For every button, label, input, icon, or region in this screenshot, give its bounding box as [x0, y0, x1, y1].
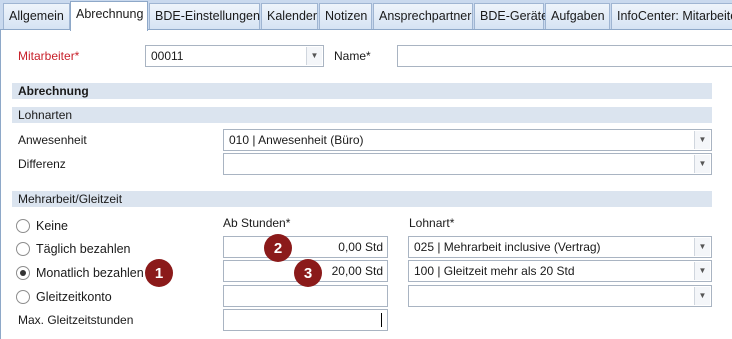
tab-bde-einstellungen[interactable]: BDE-Einstellungen	[149, 3, 260, 29]
tab-kalender[interactable]: Kalender	[261, 3, 318, 29]
radio-monatlich-bezahlen-label[interactable]: Monatlich bezahlen	[36, 265, 144, 281]
name-input[interactable]	[397, 45, 732, 67]
differenz-label: Differenz	[18, 157, 66, 171]
monatlich-hours-value: 20,00 Std	[331, 264, 383, 278]
gleitzeitkonto-hours-input[interactable]	[223, 285, 388, 307]
dropdown-arrow-icon[interactable]: ▼	[306, 47, 322, 65]
text-cursor	[381, 313, 382, 327]
differenz-dropdown[interactable]: ▼	[223, 153, 712, 175]
mitarbeiter-dropdown[interactable]: 00011 ▼	[145, 45, 324, 67]
tab-infocenter[interactable]: InfoCenter: Mitarbeite	[611, 3, 732, 29]
radio-gleitzeitkonto-label[interactable]: Gleitzeitkonto	[36, 289, 112, 305]
anwesenheit-dropdown[interactable]: 010 | Anwesenheit (Büro) ▼	[223, 129, 712, 151]
radio-monatlich-bezahlen[interactable]	[16, 266, 30, 280]
dropdown-arrow-icon[interactable]: ▼	[694, 155, 710, 173]
monatlich-lohnart-dropdown[interactable]: 100 | Gleitzeit mehr als 20 Std ▼	[408, 260, 712, 282]
gleitzeitkonto-lohnart-dropdown[interactable]: ▼	[408, 285, 712, 307]
radio-taeglich-bezahlen[interactable]	[16, 242, 30, 256]
monatlich-lohnart-value: 100 | Gleitzeit mehr als 20 Std	[414, 264, 575, 278]
dropdown-arrow-icon[interactable]: ▼	[694, 131, 710, 149]
max-gleitzeitstunden-label: Max. Gleitzeitstunden	[18, 313, 134, 327]
dropdown-arrow-icon[interactable]: ▼	[694, 262, 710, 280]
mitarbeiter-value: 00011	[151, 49, 184, 63]
callout-badge-2: 2	[264, 234, 292, 262]
section-mehrarbeit-gleitzeit: Mehrarbeit/Gleitzeit	[12, 191, 712, 207]
radio-keine-label[interactable]: Keine	[36, 218, 68, 234]
tab-allgemein[interactable]: Allgemein	[3, 3, 70, 29]
mitarbeiter-label: Mitarbeiter*	[18, 49, 80, 63]
section-abrechnung: Abrechnung	[12, 83, 712, 99]
col-header-lohnart: Lohnart*	[409, 216, 455, 230]
radio-taeglich-bezahlen-label[interactable]: Täglich bezahlen	[36, 241, 131, 257]
tab-aufgaben[interactable]: Aufgaben	[545, 3, 610, 29]
callout-badge-1: 1	[145, 259, 173, 287]
tab-notizen[interactable]: Notizen	[319, 3, 372, 29]
tab-bar: Allgemein Abrechnung BDE-Einstellungen K…	[0, 0, 732, 31]
taeglich-hours-value: 0,00 Std	[338, 240, 383, 254]
tab-ansprechpartner[interactable]: Ansprechpartner	[373, 3, 473, 29]
anwesenheit-label: Anwesenheit	[18, 133, 87, 147]
radio-gleitzeitkonto[interactable]	[16, 290, 30, 304]
max-gleitzeitstunden-input[interactable]	[223, 309, 388, 331]
tab-abrechnung[interactable]: Abrechnung	[70, 1, 148, 31]
tab-bde-geraete[interactable]: BDE-Geräte	[474, 3, 548, 29]
panel-border	[0, 30, 1, 339]
anwesenheit-value: 010 | Anwesenheit (Büro)	[229, 133, 364, 147]
dropdown-arrow-icon[interactable]: ▼	[694, 287, 710, 305]
col-header-ab-stunden: Ab Stunden*	[223, 216, 291, 230]
name-label: Name*	[334, 49, 371, 63]
section-lohnarten: Lohnarten	[12, 107, 712, 123]
taeglich-lohnart-value: 025 | Mehrarbeit inclusive (Vertrag)	[414, 240, 601, 254]
taeglich-hours-input[interactable]: 0,00 Std	[223, 236, 388, 258]
dropdown-arrow-icon[interactable]: ▼	[694, 238, 710, 256]
taeglich-lohnart-dropdown[interactable]: 025 | Mehrarbeit inclusive (Vertrag) ▼	[408, 236, 712, 258]
radio-keine[interactable]	[16, 219, 30, 233]
callout-badge-3: 3	[294, 259, 322, 287]
